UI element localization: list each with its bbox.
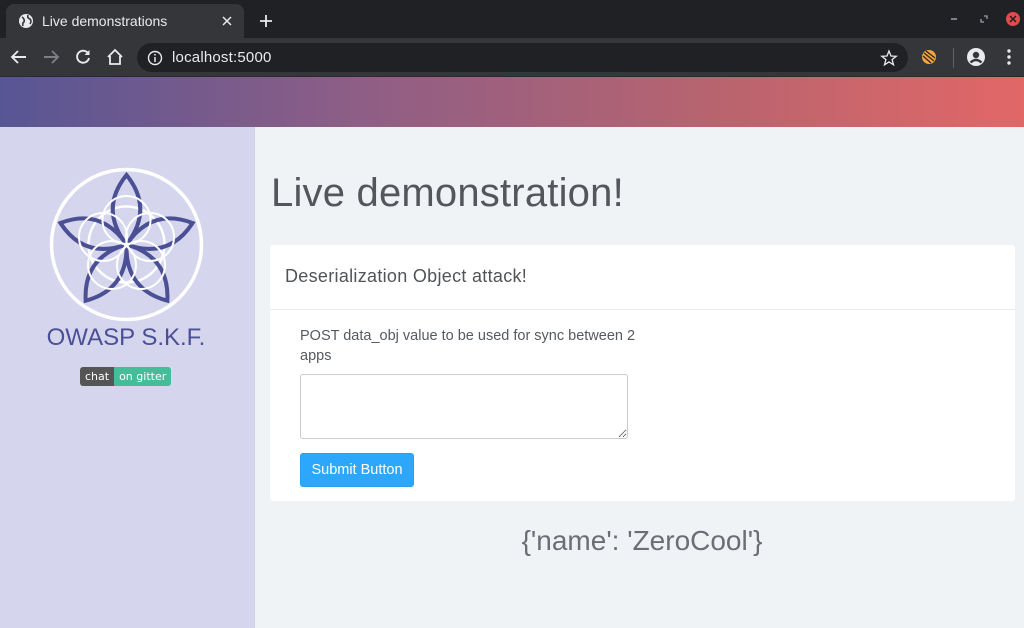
info-icon[interactable] [147,50,163,66]
card-header: Deserialization Object attack! [270,245,1015,310]
badge-label-chat: chat [80,367,115,386]
star-icon[interactable] [880,48,898,67]
address-bar[interactable]: localhost:5000 [137,43,908,72]
data-obj-label: POST data_obj value to be used for sync … [300,328,636,364]
main-content: Live demonstration! Deserialization Obje… [256,127,1024,628]
back-arrow-icon[interactable] [9,47,29,67]
close-icon[interactable] [218,12,236,30]
restore-icon[interactable] [976,11,992,27]
forward-arrow-icon[interactable] [41,47,61,67]
browser-tab-strip: Live demonstrations [0,0,1024,38]
plus-icon[interactable] [257,12,275,30]
demo-card: Deserialization Object attack! POST data… [270,245,1015,501]
page-title: Live demonstration! [271,171,624,215]
tab-title: Live demonstrations [42,13,168,29]
sidebar: OWASP S.K.F. chat on gitter [0,127,255,628]
top-banner [0,77,1024,127]
profile-icon[interactable] [966,47,986,67]
globe-icon [18,13,34,29]
browser-tab[interactable]: Live demonstrations [6,4,244,38]
reload-icon[interactable] [73,47,93,67]
brand-name: OWASP S.K.F. [46,324,206,351]
submit-button[interactable]: Submit Button [300,453,414,487]
close-window-icon[interactable] [1005,11,1021,27]
result-output: {'name': 'ZeroCool'} [521,525,763,556]
home-icon[interactable] [105,47,125,67]
url-text: localhost:5000 [172,49,272,66]
browser-toolbar: localhost:5000 [0,38,1024,77]
kebab-menu-icon[interactable] [999,47,1019,67]
minimize-icon[interactable] [946,11,962,27]
gitter-chat-badge[interactable]: chat on gitter [80,367,172,386]
toolbar-divider [953,48,954,68]
skf-logo-icon [47,165,206,324]
badge-label-gitter: on gitter [114,367,172,386]
extension-icon[interactable] [919,47,939,67]
data-obj-textarea[interactable] [300,374,628,439]
